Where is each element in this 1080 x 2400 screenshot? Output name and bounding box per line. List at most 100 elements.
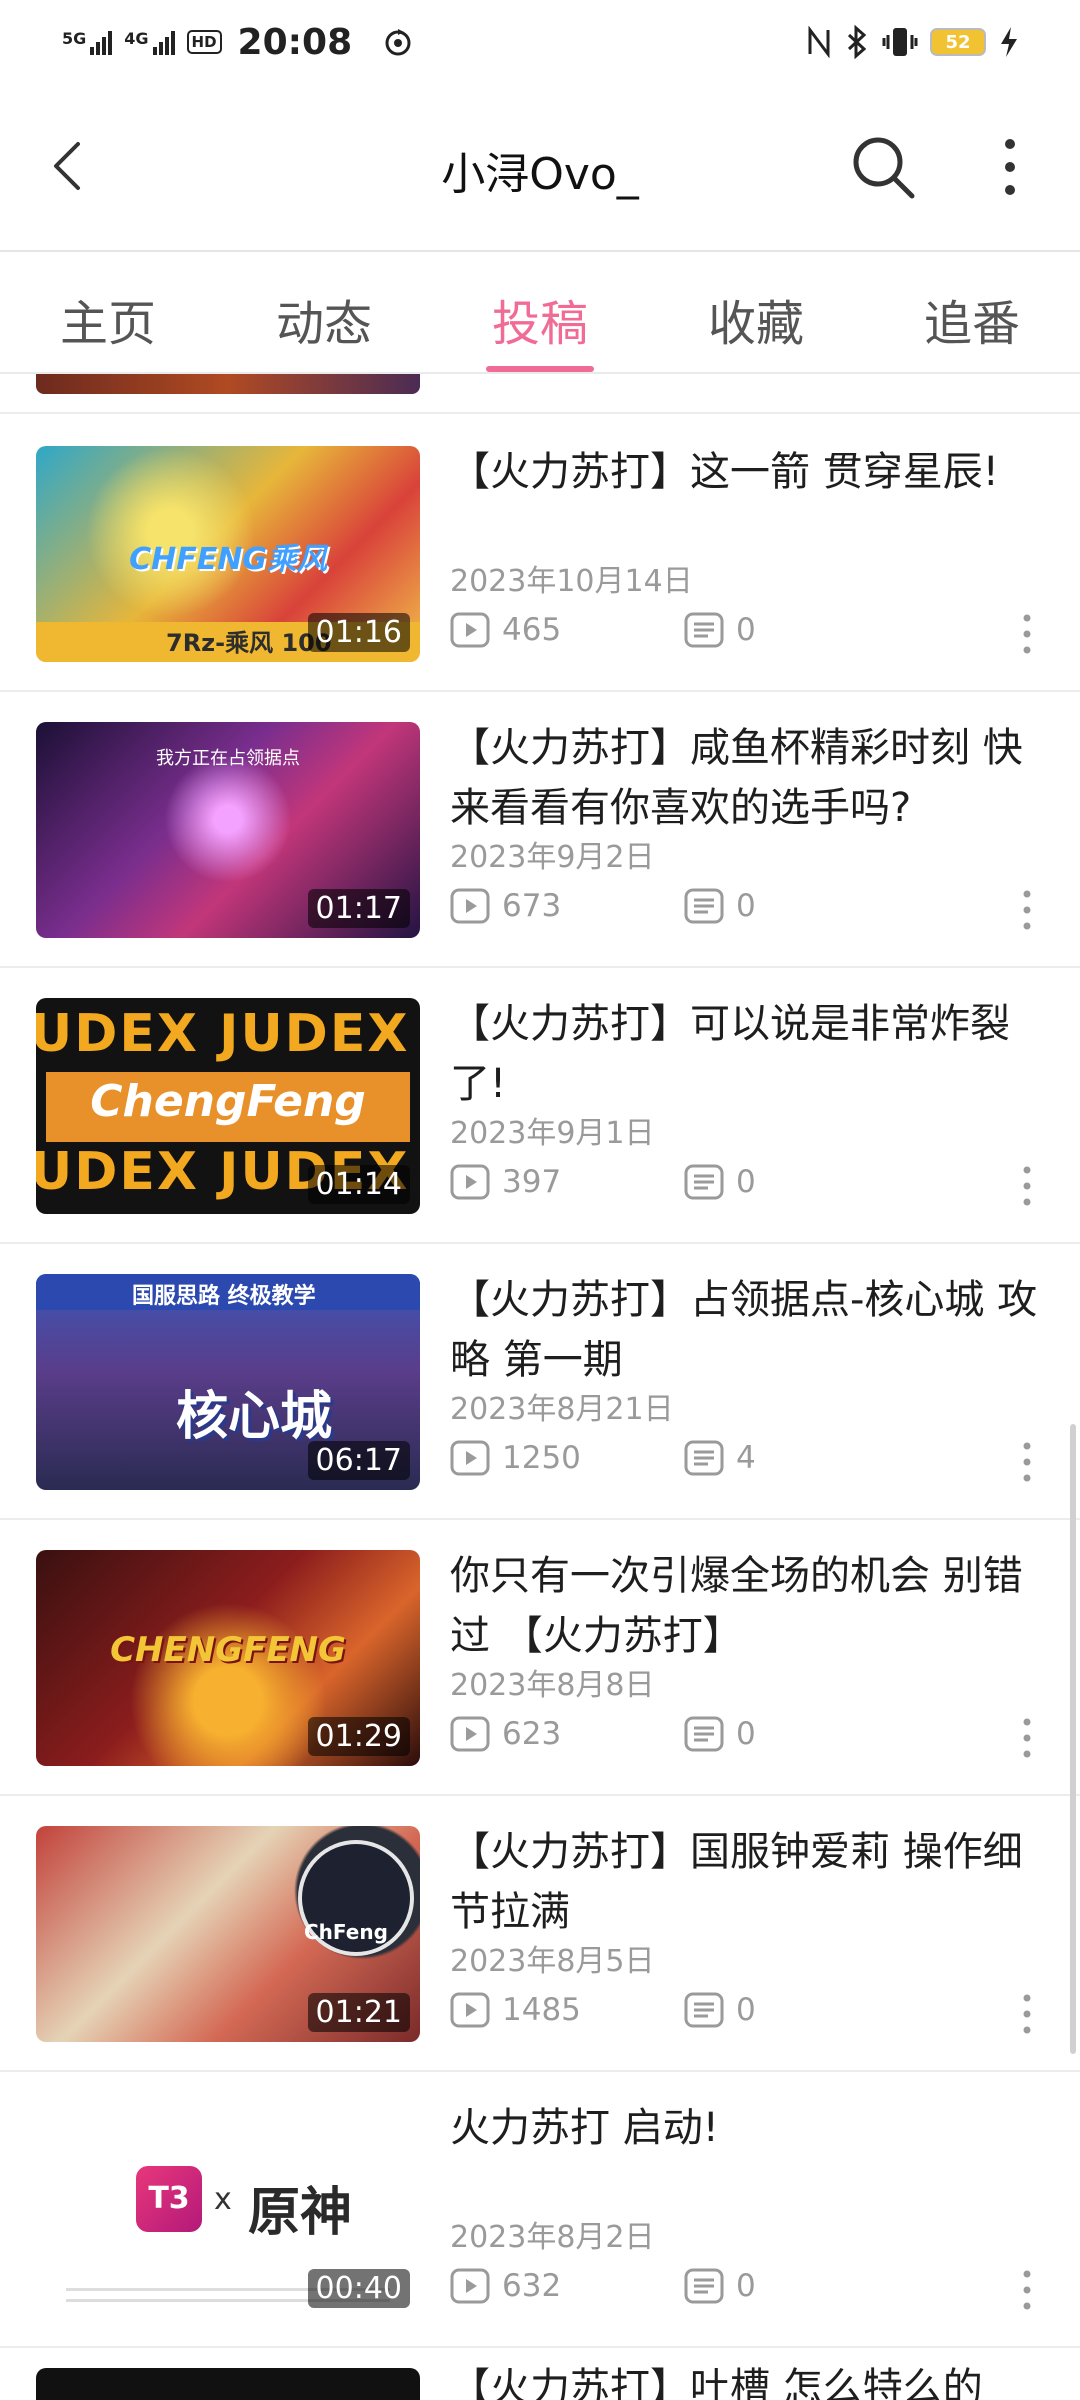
signal-label: 5G xyxy=(62,29,87,48)
profile-tabs: 主页 动态 投稿 收藏 追番 xyxy=(0,252,1080,374)
more-button[interactable] xyxy=(980,132,1040,202)
video-stats: 632 0 xyxy=(450,2264,756,2308)
video-duration: 06:17 xyxy=(307,1441,410,1480)
video-duration: 01:17 xyxy=(307,889,410,928)
more-vertical-icon[interactable] xyxy=(1014,888,1040,932)
hd-icon: HD xyxy=(186,30,222,54)
play-icon xyxy=(450,888,490,924)
status-left: 5G 4G HD 20:08 xyxy=(62,22,414,63)
view-count-value: 623 xyxy=(502,1716,562,1752)
tab-favorites[interactable]: 收藏 xyxy=(648,252,864,372)
video-thumbnail[interactable]: UDEX JUDEX JUDI UDEX JUDEX JUDI ChengFen… xyxy=(36,998,420,1214)
video-title[interactable]: 火力苏打 启动! xyxy=(450,2098,1050,2158)
comment-count-value: 0 xyxy=(736,1992,756,2028)
video-thumbnail[interactable]: T3 x 原神 00:40 xyxy=(36,2102,420,2318)
tab-uploads[interactable]: 投稿 xyxy=(432,252,648,372)
more-vertical-icon[interactable] xyxy=(1014,612,1040,656)
video-item[interactable]: CHENGFENG 01:29 你只有一次引爆全场的机会 别错过 【火力苏打】 … xyxy=(0,1520,1080,1796)
status-right: 52 xyxy=(806,25,1020,59)
thumbnail-caption: 我方正在占领据点 xyxy=(156,748,300,769)
video-duration: 01:16 xyxy=(307,613,410,652)
video-title[interactable]: 【火力苏打】可以说是非常炸裂了! xyxy=(450,994,1050,1114)
video-date: 2023年8月5日 xyxy=(450,1944,655,1979)
video-stats: 673 0 xyxy=(450,884,756,928)
video-stats: 1250 4 xyxy=(450,1436,756,1480)
list-item-partial[interactable] xyxy=(0,374,1080,414)
comment-count-value: 0 xyxy=(736,2268,756,2304)
video-title[interactable]: 【火力苏打】吐槽 怎么特么的 xyxy=(450,2358,1050,2400)
comment-count-value: 0 xyxy=(736,612,756,648)
video-date: 2023年10月14日 xyxy=(450,564,693,599)
thumbnail-caption: 原神 xyxy=(248,2183,353,2243)
danmaku-icon xyxy=(684,612,724,648)
video-date: 2023年9月2日 xyxy=(450,840,655,875)
more-vertical-icon[interactable] xyxy=(1014,1164,1040,1208)
video-duration: 00:40 xyxy=(307,2269,410,2308)
bluetooth-icon xyxy=(847,25,867,59)
video-thumbnail xyxy=(36,374,420,394)
view-count-value: 632 xyxy=(502,2268,562,2304)
search-button[interactable] xyxy=(848,132,918,202)
video-item[interactable]: ChFeng 01:21 【火力苏打】国服钟爱莉 操作细节拉满 2023年8月5… xyxy=(0,1796,1080,2072)
view-count: 632 xyxy=(450,2268,684,2304)
video-thumbnail[interactable]: ChFeng 01:21 xyxy=(36,1826,420,2042)
play-icon xyxy=(450,1992,490,2028)
tab-dynamic[interactable]: 动态 xyxy=(216,252,432,372)
more-vertical-icon[interactable] xyxy=(1014,1992,1040,2036)
danmaku-icon xyxy=(684,888,724,924)
battery-icon: 52 xyxy=(930,28,986,56)
tab-home[interactable]: 主页 xyxy=(0,252,216,372)
comment-count-value: 0 xyxy=(736,1164,756,1200)
video-item[interactable]: 我方正在占领据点 01:17 【火力苏打】咸鱼杯精彩时刻 快来看看有你喜欢的选手… xyxy=(0,692,1080,968)
video-title[interactable]: 【火力苏打】国服钟爱莉 操作细节拉满 xyxy=(450,1822,1050,1942)
view-count: 623 xyxy=(450,1716,684,1752)
comment-count: 4 xyxy=(684,1440,756,1476)
page-title: 小浔Ovo_ xyxy=(441,149,639,200)
video-thumbnail[interactable]: 国服思路 终极教学 核心城 06:17 xyxy=(36,1274,420,1490)
comment-count: 0 xyxy=(684,1992,756,2028)
danmaku-icon xyxy=(684,1992,724,2028)
video-thumbnail xyxy=(36,2368,420,2400)
play-icon xyxy=(450,1716,490,1752)
video-title[interactable]: 【火力苏打】占领据点-核心城 攻略 第一期 xyxy=(450,1270,1050,1390)
video-thumbnail[interactable]: 我方正在占领据点 01:17 xyxy=(36,722,420,938)
play-icon xyxy=(450,1164,490,1200)
video-item[interactable]: T3 x 原神 00:40 火力苏打 启动! 2023年8月2日 632 0 xyxy=(0,2072,1080,2348)
comment-count: 0 xyxy=(684,2268,756,2304)
more-vertical-icon[interactable] xyxy=(1014,2268,1040,2312)
nfc-icon xyxy=(808,26,830,58)
video-thumbnail[interactable]: CHENGFENG 01:29 xyxy=(36,1550,420,1766)
more-vertical-icon[interactable] xyxy=(1014,1440,1040,1484)
video-item[interactable]: UDEX JUDEX JUDI UDEX JUDEX JUDI ChengFen… xyxy=(0,968,1080,1244)
danmaku-icon xyxy=(684,2268,724,2304)
tab-bangumi[interactable]: 追番 xyxy=(864,252,1080,372)
video-title[interactable]: 【火力苏打】这一箭 贯穿星辰! xyxy=(450,442,1050,502)
thumbnail-caption: CHFENG乘风 xyxy=(129,542,327,577)
video-thumbnail[interactable]: CHFENG乘风 7Rz-乘风 100 01:16 xyxy=(36,446,420,662)
video-date: 2023年8月21日 xyxy=(450,1392,674,1427)
video-item[interactable]: CHFENG乘风 7Rz-乘风 100 01:16 【火力苏打】这一箭 贯穿星辰… xyxy=(0,416,1080,692)
comment-count: 0 xyxy=(684,1164,756,1200)
thumbnail-cross: x xyxy=(214,2182,232,2217)
view-count-value: 465 xyxy=(502,612,562,648)
thumbnail-caption: CHENGFENG xyxy=(110,1630,346,1670)
video-item[interactable]: 国服思路 终极教学 核心城 06:17 【火力苏打】占领据点-核心城 攻略 第一… xyxy=(0,1244,1080,1520)
video-title[interactable]: 你只有一次引爆全场的机会 别错过 【火力苏打】 xyxy=(450,1546,1050,1666)
view-count: 1250 xyxy=(450,1440,684,1476)
more-vertical-icon xyxy=(1005,139,1015,195)
video-date: 2023年9月1日 xyxy=(450,1116,655,1151)
comment-count: 0 xyxy=(684,612,756,648)
play-icon xyxy=(450,612,490,648)
video-title[interactable]: 【火力苏打】咸鱼杯精彩时刻 快来看看有你喜欢的选手吗? xyxy=(450,718,1050,838)
video-item-partial[interactable]: 【火力苏打】吐槽 怎么特么的 xyxy=(0,2338,1080,2400)
comment-count: 0 xyxy=(684,1716,756,1752)
search-icon xyxy=(853,137,915,199)
sync-icon xyxy=(385,29,411,56)
space-page: 5G 4G HD 20:08 52 小浔Ovo_ 主页 动态 投稿 收藏 追番 … xyxy=(0,0,1080,2400)
more-vertical-icon[interactable] xyxy=(1014,1716,1040,1760)
play-icon xyxy=(450,2268,490,2304)
vibrate-icon xyxy=(882,28,918,56)
video-stats: 1485 0 xyxy=(450,1988,756,2032)
scrollbar[interactable] xyxy=(1070,1424,1076,2054)
status-bar: 5G 4G HD 20:08 52 xyxy=(0,0,1080,84)
